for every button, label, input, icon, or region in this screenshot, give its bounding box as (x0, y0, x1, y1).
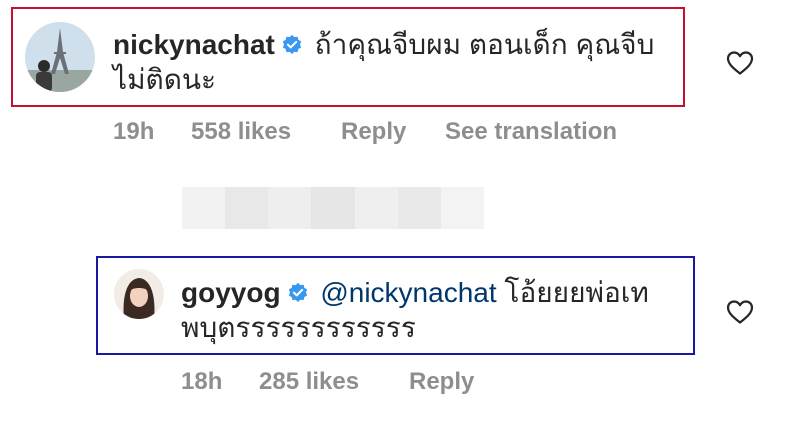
reply-button[interactable]: Reply (341, 118, 445, 146)
comment-2-body: goyyog @nickynachat โอ้ยยยพ่อเทพบุตรรรรร… (181, 275, 686, 345)
heart-icon[interactable] (726, 50, 754, 76)
comment-likes-count[interactable]: 285 likes (259, 368, 409, 396)
heart-icon[interactable] (726, 299, 754, 325)
comment-2-meta: 18h 285 likes Reply (181, 368, 474, 396)
reply-button[interactable]: Reply (409, 368, 474, 396)
verified-badge-icon (281, 29, 303, 54)
comment-1-body: nickynachat ถ้าคุณจีบผม ตอนเด็ก คุณจีบไม… (113, 27, 678, 97)
comment-1-meta: 19h 558 likes Reply See translation (113, 118, 617, 146)
avatar[interactable] (114, 269, 164, 319)
comment-username[interactable]: goyyog (181, 277, 281, 308)
mention-link[interactable]: @nickynachat (320, 277, 496, 308)
verified-badge-icon (287, 277, 309, 302)
censored-content (182, 187, 484, 229)
comment-username[interactable]: nickynachat (113, 29, 275, 60)
comment-likes-count[interactable]: 558 likes (191, 118, 341, 146)
comment-timestamp: 18h (181, 368, 223, 395)
avatar[interactable] (25, 22, 95, 92)
comment-timestamp: 19h (113, 118, 155, 145)
see-translation-button[interactable]: See translation (445, 118, 617, 146)
